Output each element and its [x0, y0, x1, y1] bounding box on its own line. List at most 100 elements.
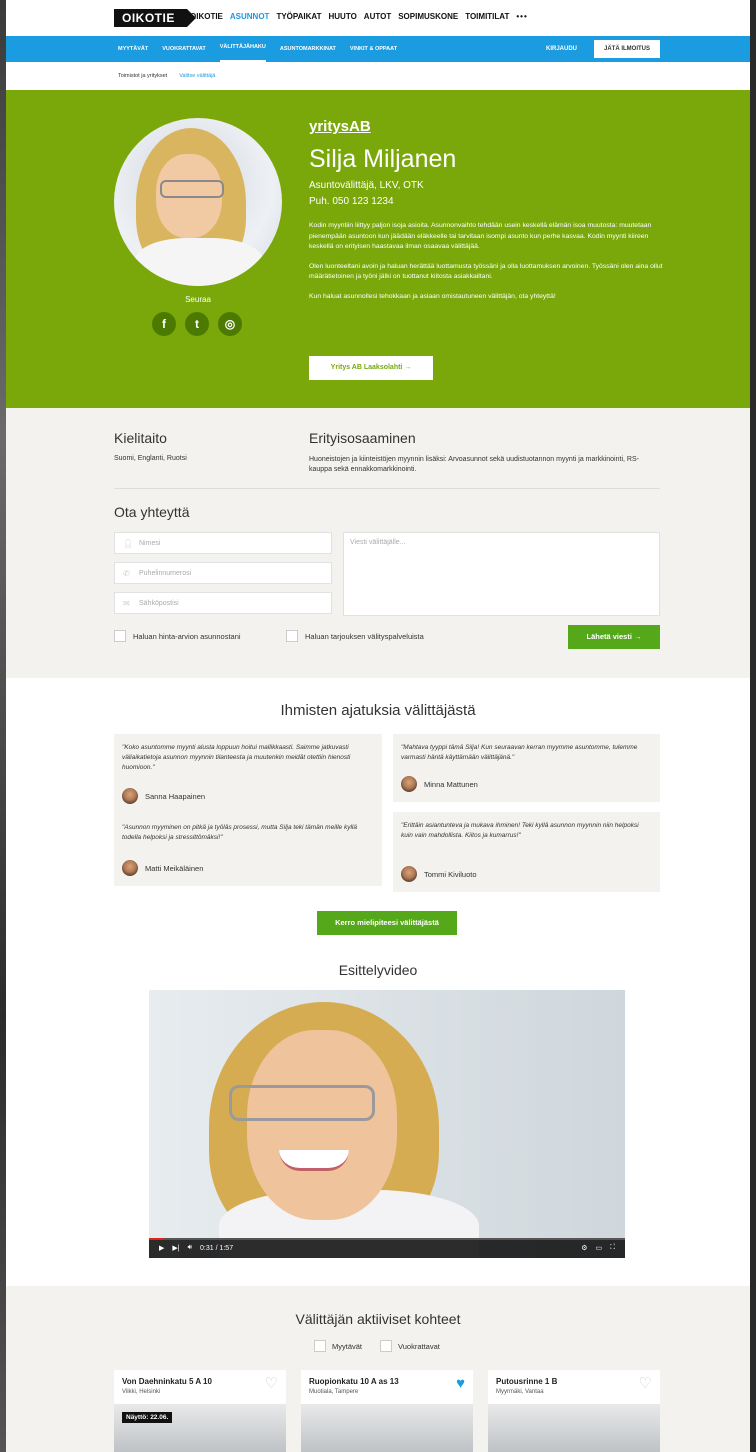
heart-icon[interactable]: ♡ — [265, 1376, 278, 1391]
settings-icon[interactable]: ⚙ — [581, 1244, 587, 1252]
bio-paragraph: Olen luonteeltani avoin ja haluan herätt… — [309, 262, 663, 281]
video-time: 0:31 / 1:57 — [200, 1244, 234, 1252]
video-right-controls: ⚙ ▭ ⛶ — [581, 1244, 615, 1252]
mail-icon: ✉ — [123, 599, 130, 608]
checkbox-box[interactable] — [380, 1340, 393, 1352]
estimate-checkbox[interactable]: Haluan hinta-arvion asunnostani — [114, 630, 241, 642]
filter-sale[interactable]: Myytävät — [314, 1340, 362, 1352]
agent-name: Silja Miljanen — [309, 145, 457, 173]
listing-card[interactable]: Von Daehninkatu 5 A 10 Viikki, Helsinki … — [114, 1370, 286, 1452]
play-icon[interactable]: ▶ — [159, 1244, 164, 1252]
estimate-checkbox-label: Haluan hinta-arvion asunnostani — [133, 631, 241, 641]
page: OIKOTIE OIKOTIE ASUNNOT TYÖPAIKAT HUUTO … — [6, 0, 750, 1452]
review-text: "Asunnon myyminen on pitkä ja työläs pro… — [122, 824, 357, 841]
phone-placeholder: Puhelinnumerosi — [139, 570, 192, 577]
office-button[interactable]: Yritys AB Laaksolahti → — [309, 356, 433, 380]
send-message-button[interactable]: Lähetä viesti → — [568, 625, 660, 649]
info-and-contact: Kielitaito Suomi, Englanti, Ruotsi Erity… — [6, 408, 750, 678]
video-progress-bar[interactable] — [149, 1238, 625, 1240]
tab-valittajahaku[interactable]: VÄLITTÄJÄHAKU — [219, 36, 266, 62]
expertise-heading: Erityisosaaminen — [309, 430, 416, 446]
showing-badge: Näyttö: 22.06. — [122, 1412, 173, 1423]
listing-street: Ruopionkatu 10 A as 13 — [309, 1377, 399, 1386]
filter-rent-label: Vuokrattavat — [398, 1341, 440, 1351]
volume-icon[interactable]: 🔊︎ — [188, 1244, 192, 1252]
reviewer-name: Matti Meikäläinen — [145, 863, 204, 873]
review-text: "Mahtava tyyppi tämä Silja! Kun seuraava… — [401, 744, 638, 761]
top-nav-oikotie[interactable]: OIKOTIE — [190, 12, 223, 21]
listing-street: Putousrinne 1 B — [496, 1377, 558, 1386]
window-frame-right — [750, 0, 756, 1452]
top-nav-tyopaikat[interactable]: TYÖPAIKAT — [276, 12, 321, 21]
listing-city: Muotiala, Tampere — [309, 1389, 359, 1395]
more-menu-icon[interactable]: ••• — [516, 12, 527, 21]
theater-mode-icon[interactable]: ▭ — [595, 1244, 602, 1252]
instagram-icon[interactable]: ◎ — [218, 312, 242, 336]
message-placeholder: Viesti välittäjälle... — [350, 539, 406, 546]
social-links: f t ◎ — [152, 312, 242, 336]
reviewer-avatar — [122, 788, 138, 804]
name-field[interactable]: 👤︎ Nimesi — [114, 532, 332, 554]
top-nav-huuto[interactable]: HUUTO — [329, 12, 357, 21]
person-icon: 👤︎ — [123, 539, 134, 548]
filter-sale-label: Myytävät — [332, 1341, 363, 1351]
breadcrumb-choose-agent[interactable]: Valitse välittäjä — [179, 73, 215, 79]
video-controls: ▶ ▶| 🔊︎ 0:31 / 1:57 ⚙ ▭ ⛶ — [149, 1238, 625, 1258]
tab-vinkit-oppaat[interactable]: VINKIT & OPPAAT — [350, 36, 397, 62]
login-link[interactable]: KIRJAUDU — [546, 36, 577, 62]
video-progress-fill — [149, 1238, 164, 1240]
reviewer-name: Sanna Haapainen — [145, 791, 206, 801]
tab-myytavat[interactable]: MYYTÄVÄT — [118, 36, 148, 62]
write-review-button[interactable]: Kerro mielipiteesi välittäjästä — [317, 911, 457, 935]
contact-heading: Ota yhteyttä — [114, 504, 190, 520]
phone-field[interactable]: ✆ Puhelinnumerosi — [114, 562, 332, 584]
intro-video[interactable]: ▶ ▶| 🔊︎ 0:31 / 1:57 ⚙ ▭ ⛶ — [149, 990, 625, 1258]
listing-card[interactable]: Ruopionkatu 10 A as 13 Muotiala, Tampere… — [301, 1370, 473, 1452]
message-textarea[interactable]: Viesti välittäjälle... — [343, 532, 660, 616]
checkbox-box[interactable] — [314, 1340, 326, 1352]
breadcrumb: Toimistot ja yritykset Valitse välittäjä — [6, 62, 750, 91]
reviewer-name: Minna Mattunen — [424, 779, 478, 789]
fullscreen-icon[interactable]: ⛶ — [610, 1244, 615, 1252]
tab-vuokrattavat[interactable]: VUOKRATTAVAT — [162, 36, 205, 62]
company-link[interactable]: yritysAB — [309, 118, 371, 135]
offer-checkbox[interactable]: Haluan tarjouksen välityspalveluista — [286, 630, 424, 642]
top-nav-asunnot[interactable]: ASUNNOT — [230, 12, 270, 21]
agent-photo — [114, 118, 282, 286]
email-field[interactable]: ✉ Sähköpostisi — [114, 592, 332, 614]
checkbox-box[interactable] — [114, 630, 126, 642]
tab-asuntomarkkinat[interactable]: ASUNTOMARKKINAT — [280, 36, 336, 62]
reviewer-avatar — [122, 860, 138, 876]
languages-heading: Kielitaito — [114, 430, 167, 446]
email-placeholder: Sähköpostisi — [139, 600, 179, 607]
review-card: "Asunnon myyminen on pitkä ja työläs pro… — [114, 814, 382, 886]
reviews-section: Ihmisten ajatuksia välittäjästä "Koko as… — [6, 678, 750, 1286]
offer-checkbox-label: Haluan tarjouksen välityspalveluista — [305, 631, 424, 641]
top-nav-sopimuskone[interactable]: SOPIMUSKONE — [398, 12, 458, 21]
review-author: Minna Mattunen — [401, 776, 478, 792]
heart-filled-icon[interactable]: ♥ — [456, 1376, 465, 1391]
languages-text: Suomi, Englanti, Ruotsi — [114, 455, 187, 462]
heart-icon[interactable]: ♡ — [639, 1376, 652, 1391]
facebook-icon[interactable]: f — [152, 312, 176, 336]
review-author: Matti Meikäläinen — [122, 860, 203, 876]
checkbox-box[interactable] — [286, 630, 298, 642]
filter-rent[interactable]: Vuokrattavat — [380, 1340, 440, 1352]
review-text: "Erittäin asiantunteva ja mukava ihminen… — [401, 822, 639, 839]
listing-photo — [301, 1404, 473, 1452]
listings-heading: Välittäjän aktiiviset kohteet — [295, 1311, 461, 1327]
next-icon[interactable]: ▶| — [172, 1244, 179, 1252]
oikotie-logo[interactable]: OIKOTIE — [114, 9, 196, 27]
reviewer-avatar — [401, 776, 417, 792]
divider — [114, 488, 660, 489]
listing-card[interactable]: Putousrinne 1 B Myyrmäki, Vantaa ♡ — [488, 1370, 660, 1452]
top-nav-toimitilat[interactable]: TOIMITILAT — [465, 12, 509, 21]
top-nav: OIKOTIE ASUNNOT TYÖPAIKAT HUUTO AUTOT SO… — [190, 12, 528, 21]
leave-ad-button[interactable]: JÄTÄ ILMOITUS — [594, 40, 660, 58]
twitter-icon[interactable]: t — [185, 312, 209, 336]
breadcrumb-offices[interactable]: Toimistot ja yritykset — [118, 73, 167, 79]
agent-bio: Kodin myyntiin liittyy paljon isoja asio… — [309, 221, 665, 311]
review-card: "Mahtava tyyppi tämä Silja! Kun seuraava… — [393, 734, 660, 802]
review-card: "Koko asuntomme myynti alusta loppuun ho… — [114, 734, 382, 814]
top-nav-autot[interactable]: AUTOT — [364, 12, 391, 21]
